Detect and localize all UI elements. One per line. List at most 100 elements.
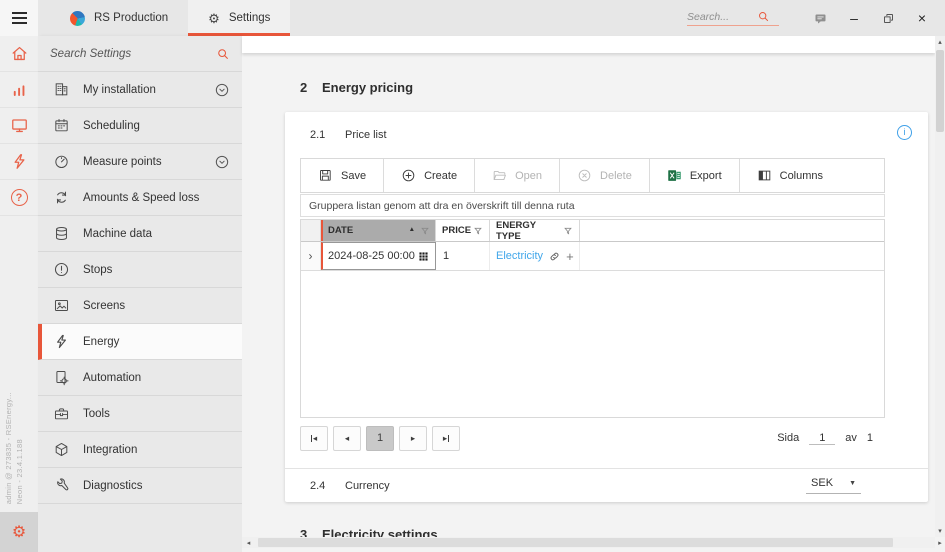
rail-analytics-button[interactable]: [0, 72, 38, 108]
filter-icon[interactable]: [563, 226, 573, 236]
sidebar-item-stops[interactable]: Stops: [38, 252, 242, 288]
global-search-input[interactable]: [687, 11, 757, 23]
sidebar-item-label: Automation: [83, 372, 141, 384]
database-icon: [53, 225, 70, 242]
price-list-grid: DATE ▲ PRICE ENERGY TYPE: [300, 219, 885, 418]
restore-button[interactable]: [871, 0, 905, 36]
sidebar-item-automation[interactable]: Automation: [38, 360, 242, 396]
date-cell-editor[interactable]: 2024-08-25 00:00: [321, 242, 436, 270]
section-heading: 2 Energy pricing: [300, 80, 413, 95]
building-icon: [53, 81, 70, 98]
search-icon[interactable]: [757, 10, 770, 23]
horizontal-scrollbar[interactable]: ◂: [242, 537, 935, 548]
filter-icon[interactable]: [473, 226, 483, 236]
sidebar-item-integration[interactable]: Integration: [38, 432, 242, 468]
session-info-line1: admin @ 273835 - RSEnergy...: [3, 392, 14, 504]
sort-ascending-icon[interactable]: ▲: [409, 227, 415, 234]
sidebar-item-diagnostics[interactable]: Diagnostics: [38, 468, 242, 504]
scroll-down-icon[interactable]: ▾: [935, 527, 945, 535]
question-icon: ?: [11, 189, 28, 206]
tab-settings-label: Settings: [229, 12, 271, 24]
horizontal-scroll-track[interactable]: [255, 537, 935, 548]
sidebar-item-tools[interactable]: Tools: [38, 396, 242, 432]
date-picker-icon[interactable]: [417, 250, 430, 263]
menu-button[interactable]: [0, 0, 38, 36]
energy-type-link[interactable]: Electricity: [496, 250, 543, 262]
tab-settings[interactable]: ⚙ Settings: [188, 0, 290, 36]
export-button[interactable]: Export: [650, 159, 739, 192]
app-window: RS Production ⚙ Settings – × ?: [0, 0, 945, 552]
image-icon: [53, 297, 70, 314]
scroll-right-icon[interactable]: ▸: [935, 537, 945, 548]
section-number: 2: [300, 80, 322, 95]
sidebar-item-label: Stops: [83, 264, 112, 276]
sidebar-item-amounts-speed-loss[interactable]: Amounts & Speed loss: [38, 180, 242, 216]
horizontal-scroll-thumb[interactable]: [258, 538, 893, 547]
tab-rs-production[interactable]: RS Production: [50, 0, 188, 36]
next-page-button[interactable]: ▸: [399, 426, 427, 451]
scroll-left-icon[interactable]: ◂: [242, 539, 255, 547]
sidebar-item-scheduling[interactable]: Scheduling: [38, 108, 242, 144]
filter-icon[interactable]: [420, 226, 430, 236]
group-by-drop-zone[interactable]: Gruppera listan genom att dra en överskr…: [300, 194, 885, 217]
rs-production-logo-icon: [70, 11, 85, 26]
page-number-input[interactable]: [809, 432, 835, 445]
vertical-scrollbar[interactable]: ▴ ▾: [935, 36, 945, 537]
current-page-button[interactable]: 1: [366, 426, 394, 451]
first-page-button[interactable]: ◂: [300, 426, 328, 451]
table-row: › 2024-08-25 00:00 1 Electricity +: [301, 242, 884, 271]
column-header-date[interactable]: DATE ▲: [321, 220, 436, 241]
alert-circle-icon: [53, 261, 70, 278]
columns-icon: [757, 168, 772, 183]
titlebar: RS Production ⚙ Settings – ×: [0, 0, 945, 36]
row-expander[interactable]: ›: [301, 242, 321, 270]
chevron-down-circle-icon[interactable]: [214, 154, 230, 170]
chat-bubble-icon: [813, 11, 828, 26]
sidebar-item-label: Tools: [83, 408, 110, 420]
currency-select[interactable]: SEK ▼: [806, 477, 861, 494]
feedback-button[interactable]: [803, 0, 837, 36]
column-header-energy-type[interactable]: ENERGY TYPE: [490, 220, 580, 241]
link-icon[interactable]: [548, 250, 561, 263]
sidebar-item-my-installation[interactable]: My installation: [38, 72, 242, 108]
save-button[interactable]: Save: [301, 159, 383, 192]
price-cell[interactable]: 1: [436, 242, 490, 270]
sidebar-item-energy[interactable]: Energy: [38, 324, 242, 360]
rail-home-button[interactable]: [0, 36, 38, 72]
create-button[interactable]: Create: [384, 159, 474, 192]
close-button[interactable]: ×: [905, 0, 939, 36]
open-button[interactable]: Open: [475, 159, 559, 192]
price-list-card: 2.1 Price list i Save Create Open: [285, 112, 928, 502]
search-icon[interactable]: [216, 47, 230, 61]
sidebar-item-screens[interactable]: Screens: [38, 288, 242, 324]
bar-chart-icon: [10, 80, 29, 99]
main-content: 2 Energy pricing 2.1 Price list i Save C…: [242, 36, 945, 552]
vertical-scroll-thumb[interactable]: [936, 50, 944, 132]
next-page-icon: ▸: [411, 433, 415, 444]
rail-help-button[interactable]: ?: [0, 180, 38, 216]
previous-page-button[interactable]: ◂: [333, 426, 361, 451]
rail-energy-button[interactable]: [0, 144, 38, 180]
toolbox-icon: [53, 405, 70, 422]
columns-button[interactable]: Columns: [740, 159, 840, 192]
sidebar-item-machine-data[interactable]: Machine data: [38, 216, 242, 252]
add-icon[interactable]: +: [566, 250, 574, 263]
scroll-up-icon[interactable]: ▴: [935, 38, 945, 46]
column-header-price[interactable]: PRICE: [436, 220, 490, 241]
minimize-button[interactable]: –: [837, 0, 871, 36]
subsection-title: Price list: [345, 129, 387, 141]
rail-screens-button[interactable]: [0, 108, 38, 144]
chevron-down-circle-icon[interactable]: [214, 82, 230, 98]
currency-setting-row: 2.4 Currency SEK ▼: [310, 469, 912, 502]
info-icon[interactable]: i: [897, 125, 912, 140]
lightning-icon: [10, 152, 29, 171]
last-page-button[interactable]: ▸: [432, 426, 460, 451]
energy-type-cell[interactable]: Electricity +: [490, 242, 580, 270]
sidebar-search: [38, 36, 242, 72]
rail-settings-button[interactable]: ⚙: [0, 512, 38, 552]
sidebar-item-measure-points[interactable]: Measure points: [38, 144, 242, 180]
section-title: Electricity settings: [322, 527, 438, 537]
of-label: av: [845, 432, 857, 444]
sidebar-search-input[interactable]: [50, 48, 210, 60]
delete-button[interactable]: Delete: [560, 159, 649, 192]
